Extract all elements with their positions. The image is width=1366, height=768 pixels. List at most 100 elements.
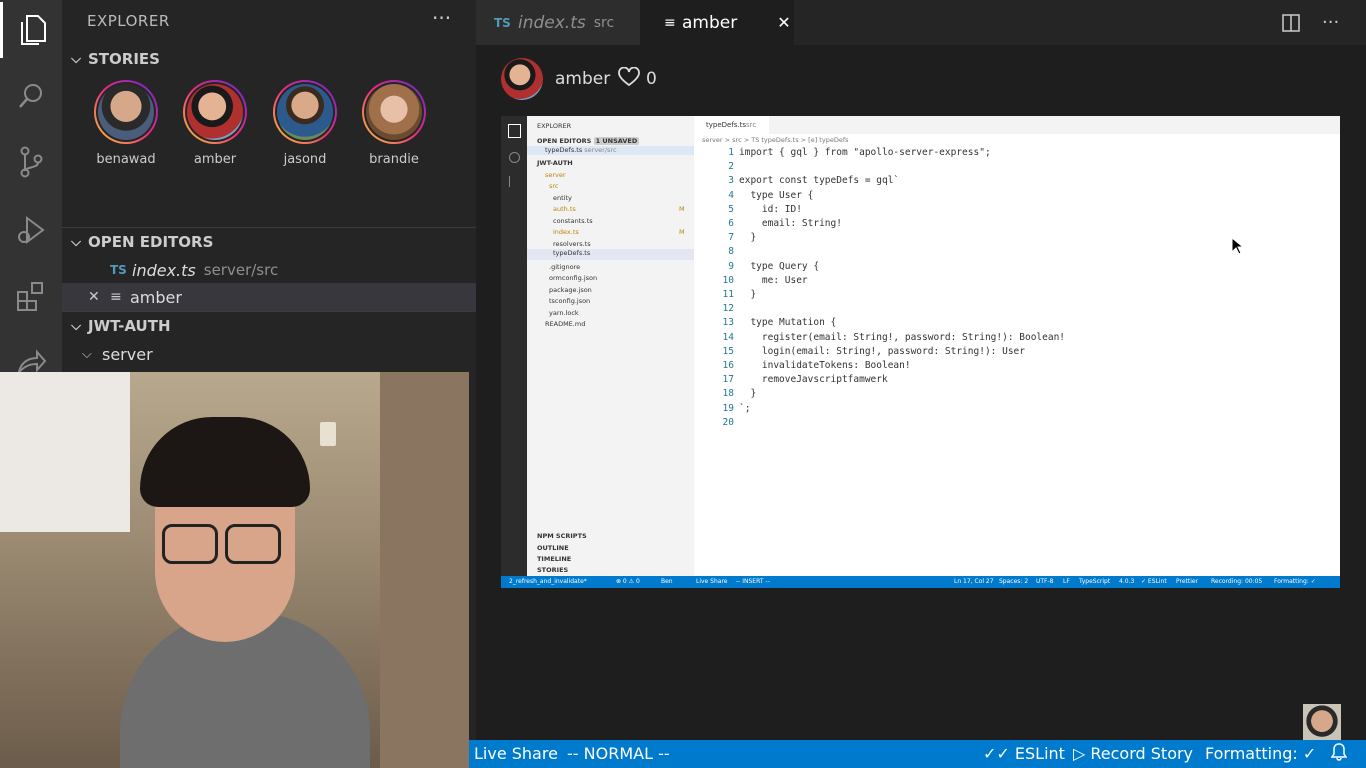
avatar <box>187 84 243 140</box>
explorer-title: EXPLORER <box>87 12 170 30</box>
inner-tabs: typeDefs.ts src <box>694 116 1340 134</box>
file-icon: ≡ <box>110 289 122 305</box>
vim-mode-status: -- NORMAL -- <box>567 744 670 763</box>
inner-breadcrumb: server > src > TS typeDefs.ts > [e] type… <box>702 136 849 144</box>
inner-section: NPM SCRIPTS <box>537 532 587 540</box>
inner-mode: -- INSERT -- <box>736 578 770 585</box>
line-number: 6 <box>728 218 734 229</box>
formatting-status[interactable]: Formatting: ✓ <box>1205 744 1316 763</box>
heart-icon[interactable] <box>618 66 640 91</box>
stories-section-header[interactable]: ⌵ STORIES <box>62 45 476 73</box>
person-hair <box>140 417 310 507</box>
line-number: 3 <box>728 175 734 187</box>
avatar <box>501 58 543 100</box>
tab-label: amber <box>682 12 738 33</box>
inner-tree-item: src <box>549 182 559 190</box>
explorer-icon[interactable] <box>0 2 62 58</box>
inner-tree-item: auth.ts <box>553 205 576 213</box>
more-actions-icon[interactable]: ··· <box>432 6 451 30</box>
inner-open-file-path: server/src <box>584 146 617 154</box>
inner-tree-item: server <box>545 171 566 179</box>
inner-spaces: Spaces: 2 <box>999 578 1029 585</box>
search-icon[interactable] <box>0 68 62 124</box>
line-number: 18 <box>722 388 734 400</box>
chevron-down-icon: ⌵ <box>71 318 81 334</box>
inner-tab-path: src <box>746 121 757 129</box>
line-number: 5 <box>728 203 734 215</box>
project-section-header[interactable]: ⌵ JWT-AUTH <box>62 312 476 340</box>
inner-recording: Recording: 00:05 <box>1211 578 1263 585</box>
chevron-down-icon: ⌵ <box>82 346 92 362</box>
open-editor-index-ts[interactable]: TS index.ts server/src <box>62 256 476 284</box>
open-editors-section-header[interactable]: ⌵ OPEN EDITORS <box>62 228 476 256</box>
inner-side-bar: EXPLORER OPEN EDITORS 1 UNSAVED typeDefs… <box>527 116 694 576</box>
code-line: removeJavscriptfamwerk <box>739 374 888 386</box>
live-share-status[interactable]: Live Share <box>474 744 558 763</box>
record-story-button[interactable]: ▷ Record Story <box>1073 744 1193 763</box>
line-number: 15 <box>722 345 734 357</box>
inner-tree-item: ormconfig.json <box>549 274 598 282</box>
split-editor-icon[interactable] <box>1282 0 1302 45</box>
line-number: 13 <box>722 317 734 329</box>
open-editor-path: server/src <box>203 261 279 279</box>
tab-path: src <box>593 14 615 31</box>
line-number: 12 <box>722 303 734 315</box>
inner-tree-item: README.md <box>545 320 586 328</box>
inner-eslint: ✓ ESLint <box>1141 578 1167 585</box>
source-control-icon[interactable] <box>0 134 62 190</box>
more-actions-icon[interactable]: ··· <box>1322 0 1346 45</box>
explorer-icon <box>508 124 521 138</box>
avatar <box>366 84 422 140</box>
story-jasond[interactable]: jasond <box>270 80 340 167</box>
line-number: 8 <box>728 246 734 258</box>
inner-project: JWT-AUTH <box>537 159 573 167</box>
line-number: 11 <box>722 289 734 300</box>
typescript-icon: TS <box>110 263 127 277</box>
inner-explorer-title: EXPLORER <box>537 122 572 130</box>
inner-tree-item-selected: typeDefs.ts <box>527 249 694 260</box>
project-header-label: JWT-AUTH <box>88 317 171 335</box>
whiteboard <box>0 372 130 532</box>
inner-tree-item-label: typeDefs.ts <box>553 249 591 257</box>
webcam-video <box>0 372 469 768</box>
line-number: 4 <box>728 189 734 201</box>
story-amber[interactable]: amber <box>180 80 250 167</box>
inner-tree-item: index.ts <box>553 228 579 236</box>
close-icon[interactable]: ✕ <box>777 13 790 32</box>
open-editors-header-label: OPEN EDITORS <box>88 233 214 251</box>
modified-badge: M <box>679 228 685 236</box>
wall-switch <box>320 422 336 446</box>
story-brandie[interactable]: brandie <box>359 80 429 167</box>
source-control-icon <box>509 176 519 187</box>
story-name: brandie <box>369 152 419 167</box>
tab-amber[interactable]: ≡ amber ✕ <box>640 0 794 45</box>
tree-folder-server[interactable]: ⌵ server <box>62 340 476 368</box>
story-benawad[interactable]: benawad <box>91 80 161 167</box>
open-editor-amber[interactable]: ✕ ≡ amber <box>62 283 476 311</box>
avatar <box>98 84 154 140</box>
inner-tree-item: entity <box>553 194 572 202</box>
inner-formatting: Formatting: ✓ <box>1274 578 1316 585</box>
notifications-bell-icon[interactable] <box>1330 743 1348 765</box>
extensions-icon[interactable] <box>0 268 62 324</box>
tab-index-ts[interactable]: TS index.ts src <box>476 0 640 45</box>
run-debug-icon[interactable] <box>0 202 62 258</box>
inner-encoding: UTF-8 <box>1036 578 1054 585</box>
code-line: type Query { <box>739 260 820 272</box>
inner-user: Ben <box>661 578 673 585</box>
line-number: 20 <box>722 416 734 428</box>
tab-label: index.ts <box>518 12 586 33</box>
inner-open-editors: OPEN EDITORS 1 UNSAVED <box>537 137 640 145</box>
inner-activity-bar <box>501 116 527 576</box>
file-icon: ≡ <box>664 14 676 31</box>
typescript-icon: TS <box>494 15 511 30</box>
code-line: type User { <box>739 189 814 201</box>
inner-section: OUTLINE <box>537 544 569 552</box>
line-number: 17 <box>722 374 734 386</box>
inner-status-bar: 2_refresh_and_invalidate* ⊗ 0 ⚠ 0 Ben Li… <box>501 576 1340 588</box>
close-icon[interactable]: ✕ <box>88 289 110 305</box>
code-line: id: ID! <box>739 203 802 215</box>
inner-section: TIMELINE <box>537 555 572 563</box>
eslint-status[interactable]: ✓✓ ESLint <box>983 744 1065 763</box>
inner-open-editors-label: OPEN EDITORS <box>537 137 592 145</box>
